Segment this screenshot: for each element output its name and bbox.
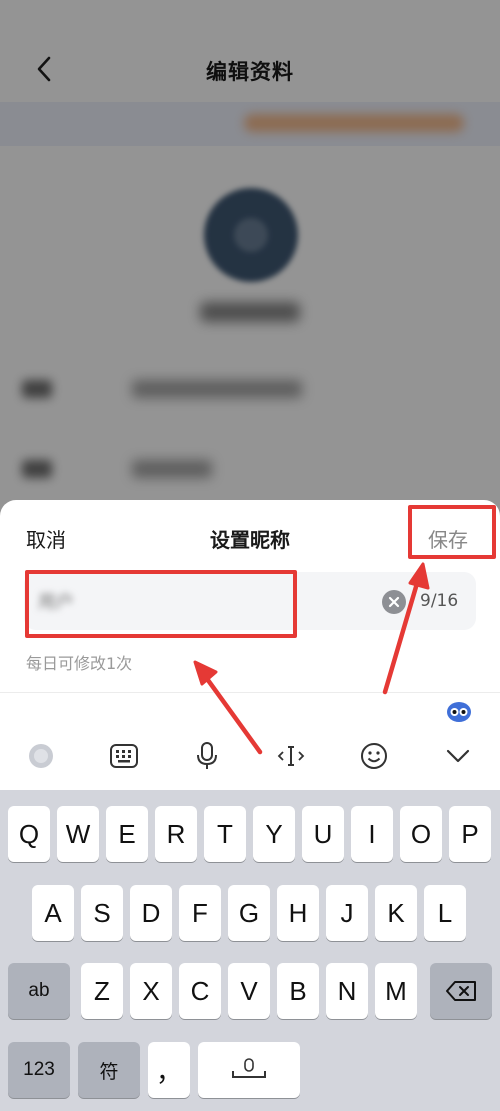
cancel-button[interactable]: 取消 (26, 524, 66, 553)
backspace-key[interactable] (430, 963, 492, 1019)
key-h[interactable]: H (277, 885, 319, 941)
key-z[interactable]: Z (81, 963, 123, 1019)
key-e[interactable]: E (106, 806, 148, 862)
key-v[interactable]: V (228, 963, 270, 1019)
key-u[interactable]: U (302, 806, 344, 862)
key-o[interactable]: O (400, 806, 442, 862)
key-b[interactable]: B (277, 963, 319, 1019)
numbers-key[interactable]: 123 (8, 1042, 70, 1098)
clear-icon[interactable] (382, 590, 406, 614)
backspace-icon (446, 981, 476, 1001)
key-s[interactable]: S (81, 885, 123, 941)
dim-overlay[interactable] (0, 0, 500, 520)
symbols-key[interactable]: 符 (78, 1042, 140, 1098)
key-p[interactable]: P (449, 806, 491, 862)
key-y[interactable]: Y (253, 806, 295, 862)
space-mic-icon (232, 1058, 266, 1078)
cursor-move-icon[interactable] (274, 739, 308, 773)
key-t[interactable]: T (204, 806, 246, 862)
edit-profile-page: 编辑资料 (0, 0, 500, 520)
keyboard-icon[interactable] (107, 739, 141, 773)
emoji-icon[interactable] (357, 739, 391, 773)
globe-icon[interactable] (24, 739, 58, 773)
key-r[interactable]: R (155, 806, 197, 862)
hint-text: 每日可修改1次 (26, 654, 133, 673)
chevron-down-icon[interactable] (441, 739, 475, 773)
key-w[interactable]: W (57, 806, 99, 862)
key-q[interactable]: Q (8, 806, 50, 862)
key-k[interactable]: K (375, 885, 417, 941)
key-g[interactable]: G (228, 885, 270, 941)
assistant-icon[interactable] (446, 701, 472, 723)
shift-key[interactable]: ab (8, 963, 70, 1019)
key-f[interactable]: F (179, 885, 221, 941)
input-highlight-box (25, 570, 297, 638)
save-highlight-box (408, 505, 496, 559)
key-l[interactable]: L (424, 885, 466, 941)
char-counter: 9/16 (420, 591, 459, 611)
microphone-icon[interactable] (190, 739, 224, 773)
key-m[interactable]: M (375, 963, 417, 1019)
key-j[interactable]: J (326, 885, 368, 941)
key-d[interactable]: D (130, 885, 172, 941)
comma-key[interactable]: ， (148, 1042, 190, 1098)
space-key[interactable] (198, 1042, 300, 1098)
key-n[interactable]: N (326, 963, 368, 1019)
key-c[interactable]: C (179, 963, 221, 1019)
key-a[interactable]: A (32, 885, 74, 941)
key-i[interactable]: I (351, 806, 393, 862)
key-x[interactable]: X (130, 963, 172, 1019)
keyboard-toolbar (0, 693, 500, 790)
